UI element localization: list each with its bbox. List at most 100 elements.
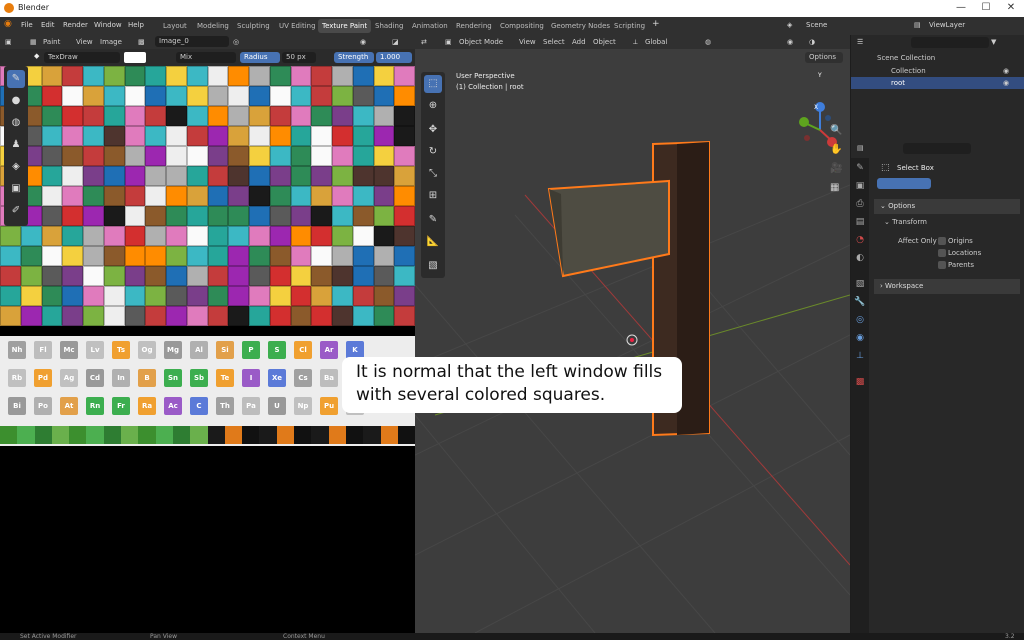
scene-name[interactable]: Scene	[806, 21, 827, 29]
object-tab-icon[interactable]: ▧	[854, 278, 866, 290]
add-cube-tool-icon[interactable]: ▧	[424, 257, 442, 275]
tab-sculpting[interactable]: Sculpting	[233, 19, 274, 33]
zoom-icon[interactable]: 🔍	[830, 125, 842, 136]
tab-uv-editing[interactable]: UV Editing	[275, 19, 320, 33]
pan-hand-icon[interactable]: ✋	[830, 144, 842, 155]
radius-field[interactable]: 50 px	[282, 52, 316, 63]
root-eye-icon[interactable]: ◉	[1003, 79, 1009, 87]
texture-tab-icon[interactable]: ▩	[854, 376, 866, 388]
tool-tab-icon[interactable]: ✎	[854, 162, 866, 174]
output-tab-icon[interactable]: ⎙	[854, 198, 866, 210]
view-settings-icon[interactable]: ◪	[392, 38, 399, 46]
physics-tab-icon[interactable]: ◉	[854, 332, 866, 344]
mode-dropdown[interactable]: Paint	[43, 38, 60, 46]
overlay-icon[interactable]: ◉	[360, 38, 366, 46]
annotate-tool-icon[interactable]: ✐	[7, 202, 25, 220]
move-tool-icon[interactable]: ✥	[424, 121, 442, 139]
snap-icon[interactable]: ◍	[705, 38, 711, 46]
menu-help[interactable]: Help	[128, 21, 144, 29]
options-panel-header[interactable]: ⌄ Options	[874, 199, 1020, 214]
measure-tool-icon[interactable]: 📐	[424, 233, 442, 251]
scene-tab-icon[interactable]: ◔	[854, 234, 866, 246]
outliner-item-collection[interactable]: Collection	[891, 67, 926, 75]
draw-tool-icon[interactable]: ✎	[7, 70, 25, 88]
image-browse-icon[interactable]: ▩	[138, 38, 145, 46]
tab-geometry-nodes[interactable]: Geometry Nodes	[547, 19, 614, 33]
scene-collection-label[interactable]: Scene Collection	[877, 54, 935, 62]
tab-texture-paint[interactable]: Texture Paint	[318, 19, 372, 33]
modifier-tab-icon[interactable]: 🔧	[854, 296, 866, 308]
menu-view[interactable]: View	[76, 38, 93, 46]
add-workspace-icon[interactable]: +	[652, 19, 660, 29]
parents-checkbox[interactable]	[938, 261, 946, 269]
particles-tab-icon[interactable]: ◎	[854, 314, 866, 326]
origins-checkbox[interactable]	[938, 237, 946, 245]
properties-editor-icon[interactable]: ▤	[857, 144, 864, 152]
menu-render[interactable]: Render	[63, 21, 88, 29]
menu-view-3d[interactable]: View	[519, 38, 536, 46]
tab-scripting[interactable]: Scripting	[610, 19, 649, 33]
tab-compositing[interactable]: Compositing	[496, 19, 548, 33]
workspace-panel-header[interactable]: › Workspace	[874, 279, 1020, 294]
blender-menu-icon[interactable]: ◉	[4, 19, 12, 29]
transform-tool-icon[interactable]: ⊞	[424, 187, 442, 205]
object-mode-dropdown[interactable]: Object Mode	[459, 38, 503, 46]
view-layer-tab-icon[interactable]: ▤	[854, 216, 866, 228]
blend-dropdown[interactable]: Mix	[176, 52, 236, 63]
3d-viewport[interactable]	[415, 35, 850, 633]
select-box-tool-icon[interactable]: ⬚	[424, 75, 442, 93]
viewport-shading-icon[interactable]: ◑	[809, 38, 815, 46]
view-layer-icon[interactable]: ▤	[914, 21, 921, 29]
paint-mode-icon[interactable]: ▦	[30, 38, 37, 46]
outliner-search-input[interactable]	[911, 37, 989, 48]
menu-edit[interactable]: Edit	[41, 21, 55, 29]
minimize-button[interactable]: —	[953, 2, 969, 13]
root-sign-mesh[interactable]	[547, 179, 670, 278]
image-actions-icon[interactable]: ◎	[233, 38, 239, 46]
editor-type-icon[interactable]: ▣	[5, 38, 12, 46]
visibility-eye-icon[interactable]: ◉	[1003, 67, 1009, 75]
menu-image[interactable]: Image	[100, 38, 122, 46]
clone-tool-icon[interactable]: ♟	[7, 136, 25, 154]
viewport-options-button[interactable]: Options	[805, 52, 843, 63]
menu-file[interactable]: File	[21, 21, 33, 29]
maximize-button[interactable]: ☐	[978, 2, 994, 13]
viewport-overlay-icon[interactable]: ◉	[787, 38, 793, 46]
brush-icon[interactable]: ◆	[34, 52, 39, 60]
select-mode-buttons[interactable]	[877, 178, 931, 189]
outliner-item-root[interactable]: root	[891, 79, 905, 87]
smear-tool-icon[interactable]: ◍	[7, 114, 25, 132]
color-swatch[interactable]	[124, 52, 146, 63]
object-mode-icon[interactable]: ▣	[445, 38, 452, 46]
image-name-field[interactable]: Image_0	[155, 36, 229, 47]
properties-search-input[interactable]	[903, 143, 971, 154]
locations-checkbox[interactable]	[938, 249, 946, 257]
tab-shading[interactable]: Shading	[371, 19, 407, 33]
tab-animation[interactable]: Animation	[408, 19, 452, 33]
menu-add[interactable]: Add	[572, 38, 586, 46]
tab-layout[interactable]: Layout	[159, 19, 191, 33]
mask-tool-icon[interactable]: ▣	[7, 180, 25, 198]
menu-window[interactable]: Window	[94, 21, 122, 29]
cursor-tool-icon[interactable]: ⊕	[424, 97, 442, 115]
transform-subpanel-header[interactable]: ⌄ Transform	[884, 218, 927, 226]
scene-icon[interactable]: ◈	[787, 21, 792, 29]
perspective-grid-icon[interactable]: ▦	[830, 182, 839, 193]
viewport-editor-type-icon[interactable]: ⇄	[421, 38, 427, 46]
orientation-dropdown[interactable]: Global	[645, 38, 667, 46]
outliner-editor-icon[interactable]: ☰	[857, 38, 863, 46]
transform-orientation-icon[interactable]: ⟂	[633, 38, 638, 47]
scale-tool-icon[interactable]: ⤡	[424, 165, 442, 183]
filter-icon[interactable]: ▼	[991, 38, 996, 46]
tab-rendering[interactable]: Rendering	[452, 19, 496, 33]
annotate-3d-tool-icon[interactable]: ✎	[424, 211, 442, 229]
strength-field[interactable]: 1.000	[376, 52, 412, 63]
close-button[interactable]: ✕	[1003, 2, 1019, 13]
outliner-selected-row[interactable]	[851, 77, 1024, 89]
constraints-tab-icon[interactable]: ⊥	[854, 350, 866, 362]
world-tab-icon[interactable]: ◐	[854, 252, 866, 264]
fill-tool-icon[interactable]: ◈	[7, 158, 25, 176]
soften-tool-icon[interactable]: ●	[7, 92, 25, 110]
menu-select[interactable]: Select	[543, 38, 565, 46]
view-layer-name[interactable]: ViewLayer	[929, 21, 965, 29]
